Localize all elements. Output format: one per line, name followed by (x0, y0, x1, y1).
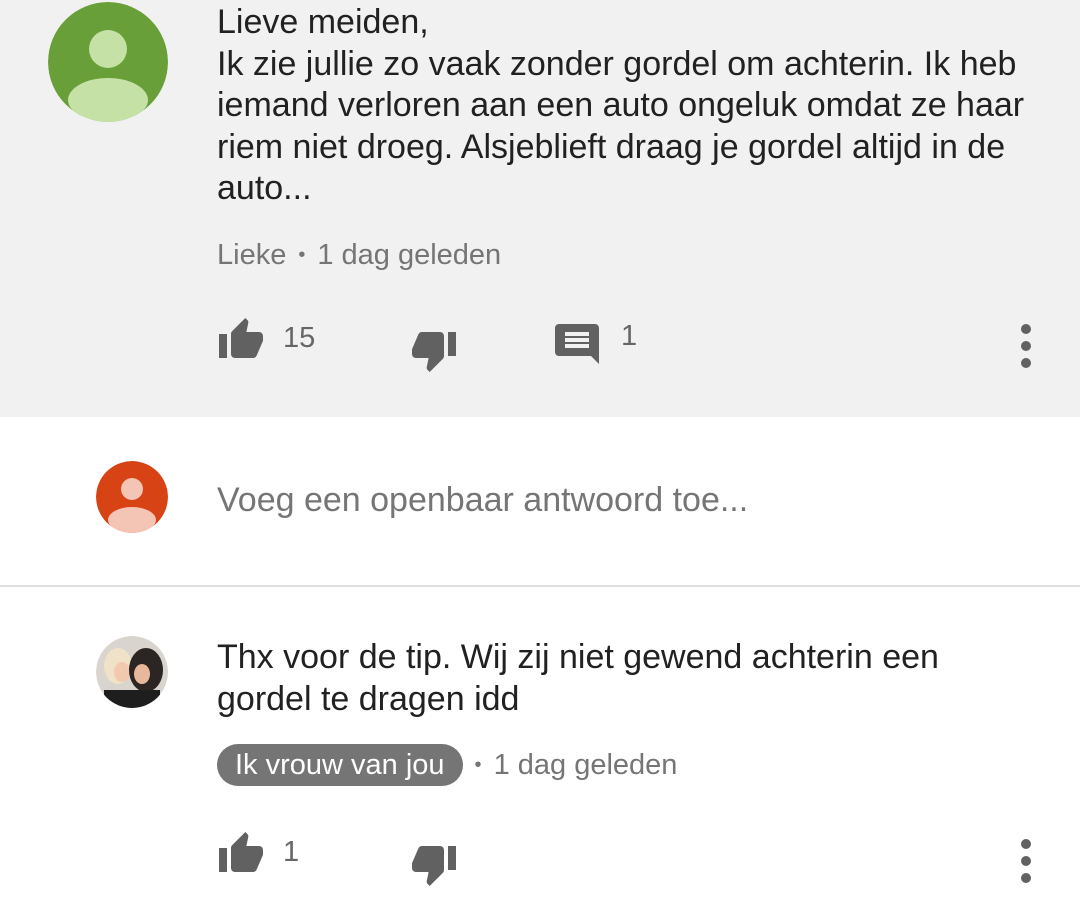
avatar-default-icon (96, 461, 168, 533)
thumb-up-icon (219, 318, 263, 358)
comment-card: Thx voor de tip. Wij zij niet gewend ach… (0, 587, 1080, 915)
user-avatar (96, 461, 168, 533)
reply-box (0, 417, 1080, 585)
dislike-button[interactable] (410, 844, 458, 888)
more-options-button[interactable] (1011, 322, 1041, 382)
comment-meta: Ik vrouw van jou • 1 dag geleden (217, 744, 678, 786)
like-count: 1 (283, 835, 300, 868)
comment-card: Lieve meiden, Ik zie jullie zo vaak zond… (0, 0, 1080, 417)
comment-meta: Lieke • 1 dag geleden (217, 235, 501, 275)
like-button[interactable]: 15 (217, 316, 315, 360)
meta-separator: • (474, 753, 482, 776)
avatar[interactable] (48, 2, 168, 122)
timestamp: 1 dag geleden (317, 238, 502, 271)
more-options-button[interactable] (1011, 837, 1041, 897)
meta-separator: • (298, 243, 306, 266)
more-vert-icon (1021, 839, 1031, 883)
avatar[interactable] (96, 636, 168, 708)
reply-count: 1 (621, 319, 638, 352)
comment-icon (555, 324, 599, 364)
avatar-photo-icon (96, 636, 168, 708)
comment-text: Thx voor de tip. Wij zij niet gewend ach… (217, 638, 939, 718)
comment-text: Lieve meiden, Ik zie jullie zo vaak zond… (217, 3, 1025, 207)
like-button[interactable]: 1 (217, 830, 299, 874)
like-count: 15 (283, 321, 316, 354)
thumb-up-icon (219, 832, 263, 872)
reply-button[interactable]: 1 (555, 319, 638, 368)
author-name[interactable]: Lieke (217, 239, 286, 272)
avatar-default-icon (48, 2, 168, 122)
reply-input[interactable] (217, 481, 1037, 520)
thumb-down-icon (412, 846, 456, 886)
thumb-down-icon (412, 332, 456, 372)
more-vert-icon (1021, 324, 1031, 368)
timestamp: 1 dag geleden (493, 748, 678, 781)
author-badge[interactable]: Ik vrouw van jou (217, 744, 463, 786)
dislike-button[interactable] (410, 330, 458, 374)
